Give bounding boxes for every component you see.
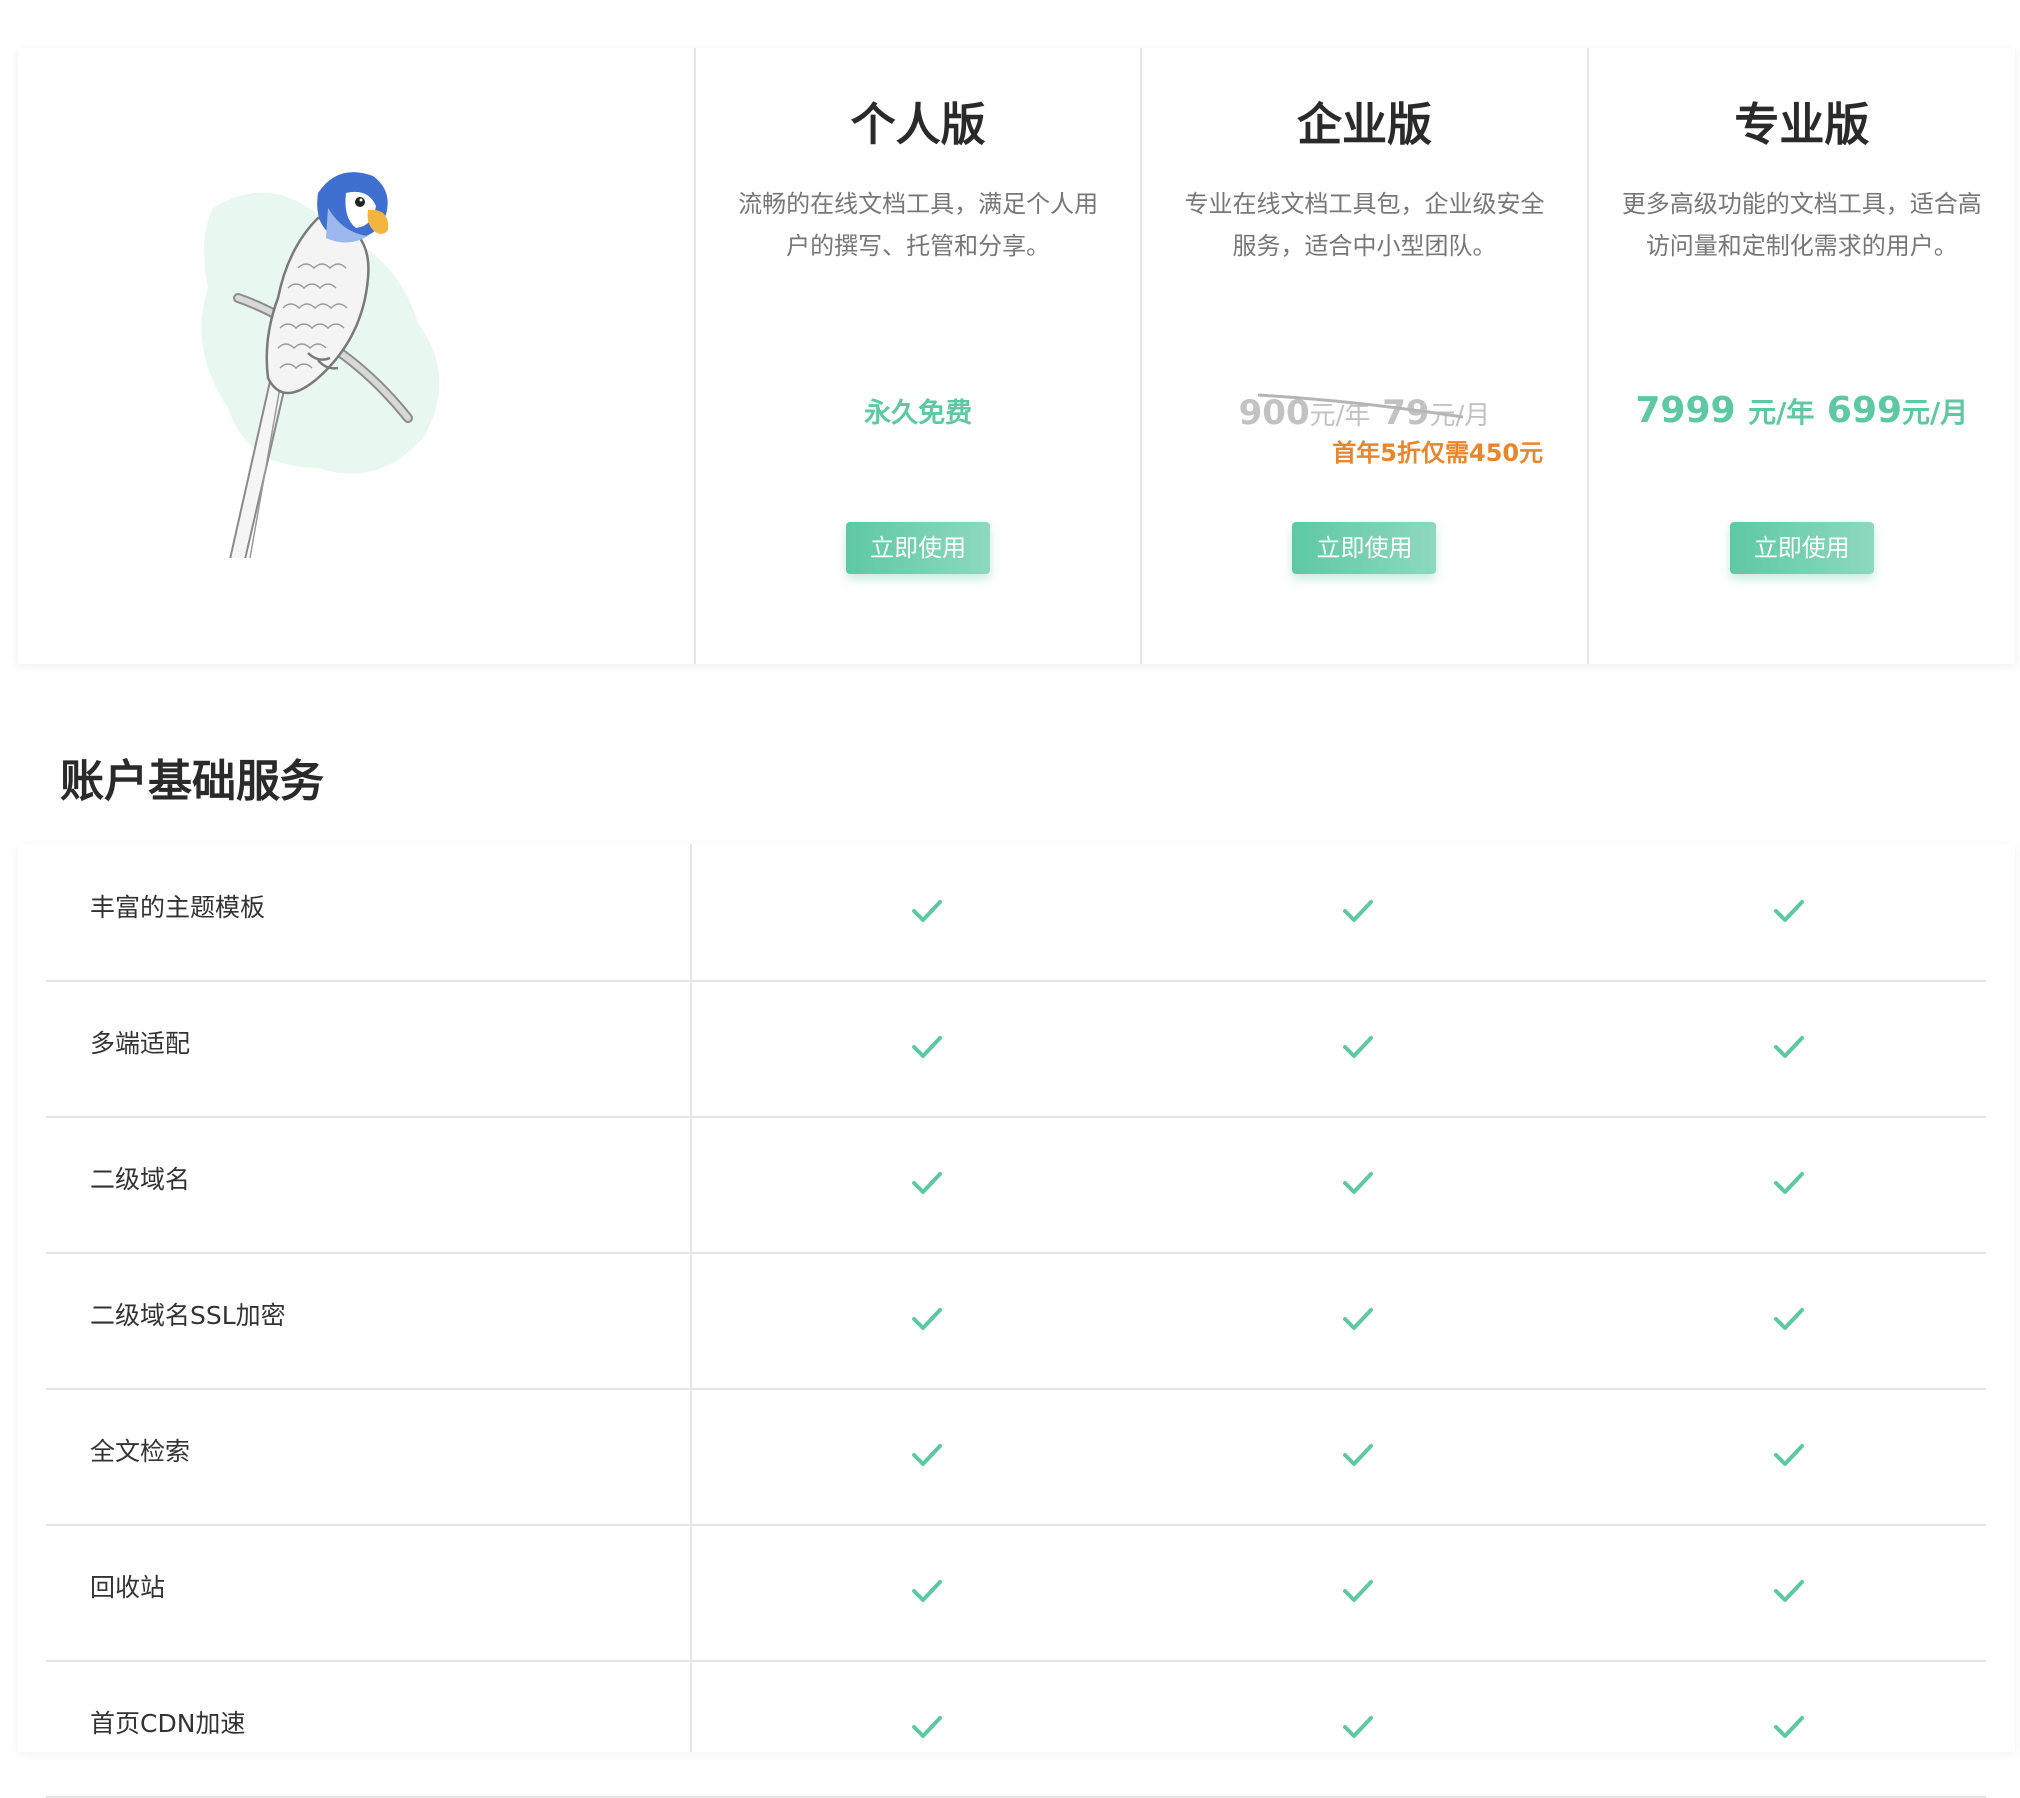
- check-icon: [1773, 1578, 1805, 1604]
- plan-description-line: 服务，适合中小型团队。: [1232, 232, 1497, 260]
- check-icon: [1773, 1306, 1805, 1332]
- feature-label: 多端适配: [90, 1029, 191, 1058]
- plan-pro: 专业版 更多高级功能的文档工具，适合高 访问量和定制化需求的用户。 7999 元…: [1586, 48, 2015, 664]
- plan-description-line: 更多高级功能的文档工具，适合高: [1621, 190, 1982, 218]
- check-icon: [1773, 1442, 1805, 1468]
- check-icon: [911, 1442, 943, 1468]
- check-icon: [1773, 1714, 1805, 1740]
- table-row: 全文检索: [46, 1388, 1986, 1526]
- table-row: 二级域名: [46, 1116, 1986, 1254]
- price-month-number: 699: [1826, 390, 1903, 431]
- plan-enterprise: 企业版 专业在线文档工具包，企业级安全 服务，适合中小型团队。 900元/年 7…: [1140, 48, 1586, 664]
- check-icon: [1773, 1170, 1805, 1196]
- plan-personal: 个人版 流畅的在线文档工具，满足个人用 户的撰写、托管和分享。 永久免费 立即使…: [693, 48, 1140, 664]
- strikethrough-line: [1258, 393, 1464, 419]
- plan-description-line: 户的撰写、托管和分享。: [786, 232, 1051, 260]
- original-price: 900元/年 79元/月: [1142, 393, 1586, 433]
- check-icon: [1342, 1442, 1374, 1468]
- check-icon: [1342, 898, 1374, 924]
- hero-illustration: [18, 48, 694, 664]
- feature-label: 二级域名: [90, 1165, 191, 1194]
- plan-description-line: 专业在线文档工具包，企业级安全: [1184, 190, 1545, 218]
- check-icon: [1342, 1578, 1374, 1604]
- check-icon: [1773, 1034, 1805, 1060]
- feature-label: 回收站: [90, 1573, 166, 1602]
- check-icon: [911, 898, 943, 924]
- plan-price: 7999 元/年 699元/月: [1589, 390, 2015, 431]
- table-row: 二级域名SSL加密: [46, 1252, 1986, 1390]
- feature-label: 丰富的主题模板: [90, 893, 266, 922]
- use-now-button[interactable]: 立即使用: [846, 522, 991, 574]
- check-icon: [911, 1306, 943, 1332]
- table-row: 多端适配: [46, 980, 1986, 1118]
- check-icon: [911, 1170, 943, 1196]
- table-row: 回收站: [46, 1524, 1986, 1662]
- check-icon: [911, 1714, 943, 1740]
- check-icon: [1342, 1306, 1374, 1332]
- plan-description: 更多高级功能的文档工具，适合高 访问量和定制化需求的用户。: [1617, 183, 1987, 267]
- feature-label: 二级域名SSL加密: [90, 1301, 286, 1330]
- price-month-unit: 元/月: [1902, 396, 1969, 429]
- plan-price: 永久免费: [864, 398, 973, 429]
- plan-description-line: 访问量和定制化需求的用户。: [1645, 232, 1958, 260]
- section-title: 账户基础服务: [60, 756, 324, 807]
- feature-label: 全文检索: [90, 1437, 191, 1466]
- plan-title: 专业版: [1734, 98, 1870, 151]
- check-icon: [1342, 1714, 1374, 1740]
- plan-title: 个人版: [850, 98, 986, 151]
- check-icon: [1773, 898, 1805, 924]
- check-icon: [1342, 1034, 1374, 1060]
- feature-comparison-table: 丰富的主题模板 多端适配二级域名二级域名SSL加密 全文检索回收站首页CDN加速: [18, 844, 2015, 1798]
- plan-description: 流畅的在线文档工具，满足个人用 户的撰写、托管和分享。: [724, 183, 1112, 267]
- check-icon: [911, 1034, 943, 1060]
- price-year-unit: 元/年: [1748, 396, 1815, 429]
- use-now-button[interactable]: 立即使用: [1292, 522, 1437, 574]
- table-row: 首页CDN加速: [46, 1660, 1986, 1798]
- plan-title: 企业版: [1296, 98, 1432, 151]
- price-year-number: 7999: [1635, 390, 1736, 431]
- promo-price: 首年5折仅需450元: [1332, 439, 1544, 467]
- parrot-illustration: [201, 172, 440, 558]
- table-row: 丰富的主题模板: [46, 844, 1986, 982]
- check-icon: [911, 1578, 943, 1604]
- plan-description-line: 流畅的在线文档工具，满足个人用: [738, 190, 1099, 218]
- use-now-button[interactable]: 立即使用: [1729, 522, 1874, 574]
- pricing-plans: 个人版 流畅的在线文档工具，满足个人用 户的撰写、托管和分享。 永久免费 立即使…: [18, 48, 2015, 664]
- check-icon: [1342, 1170, 1374, 1196]
- plan-description: 专业在线文档工具包，企业级安全 服务，适合中小型团队。: [1170, 183, 1558, 267]
- feature-label: 首页CDN加速: [90, 1709, 246, 1738]
